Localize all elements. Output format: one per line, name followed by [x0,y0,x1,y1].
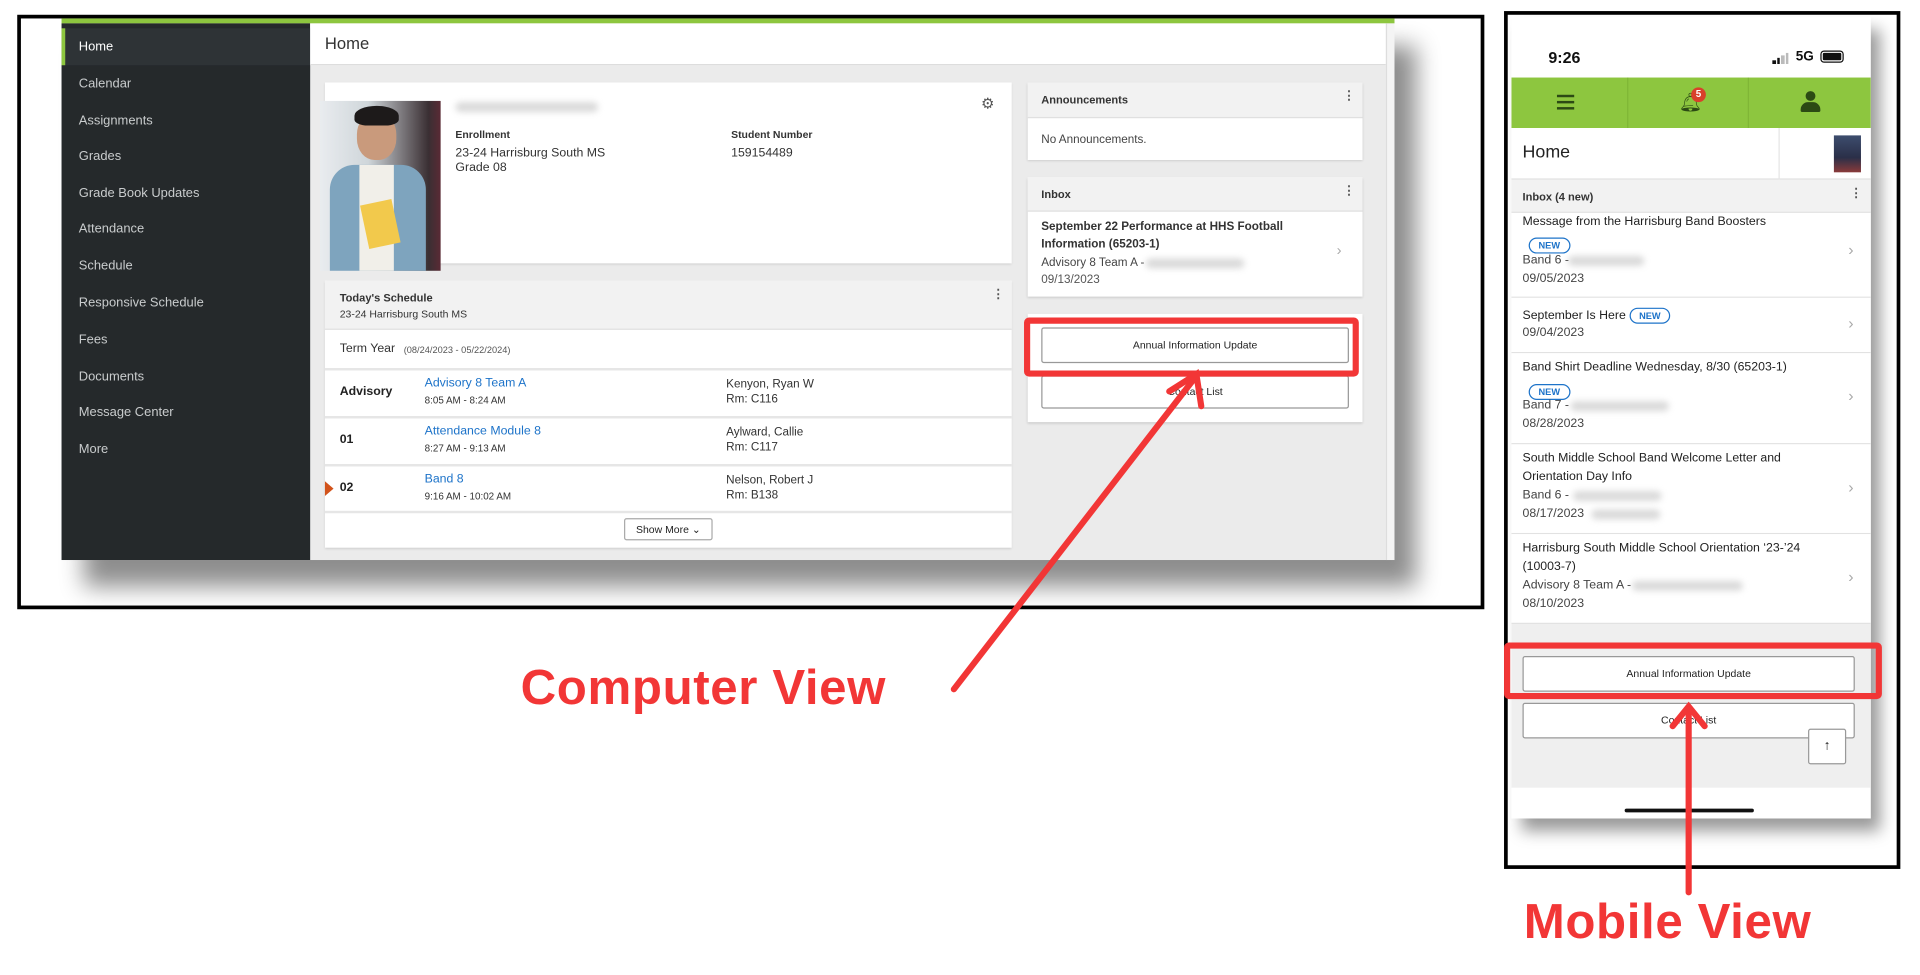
arrow-mobile-icon [1669,701,1708,896]
callout-arrows [950,369,1708,896]
mobile-view-label: Mobile View [1523,894,1812,949]
arrow-computer-icon [950,369,1205,693]
computer-view-label: Computer View [520,660,887,716]
